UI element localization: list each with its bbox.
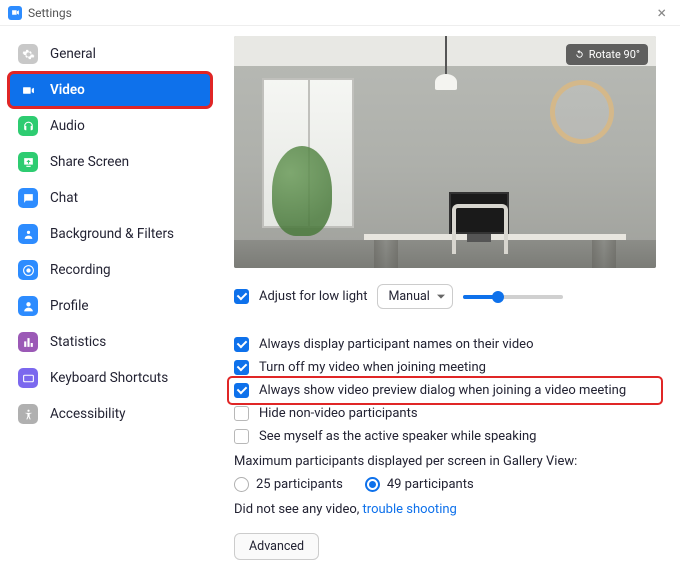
gallery-view-label: Maximum participants displayed per scree… (234, 448, 656, 473)
display-names-label: Always display participant names on thei… (259, 337, 533, 352)
sidebar-item-label: Recording (50, 262, 111, 278)
rotate-90-button[interactable]: Rotate 90° (566, 44, 648, 65)
accessibility-icon (18, 404, 38, 424)
show-preview-checkbox[interactable] (234, 383, 249, 398)
sidebar-item-label: Chat (50, 190, 78, 206)
advanced-label: Advanced (249, 539, 304, 554)
gear-icon (18, 44, 38, 64)
radio-49-label: 49 participants (387, 477, 474, 492)
low-light-mode-value: Manual (388, 289, 429, 304)
titlebar-left: Settings (8, 6, 72, 20)
hide-nonvideo-checkbox[interactable] (234, 406, 249, 421)
sidebar-item-label: General (50, 46, 96, 62)
rotate-icon (574, 49, 585, 60)
see-myself-label: See myself as the active speaker while s… (259, 429, 536, 444)
statistics-icon (18, 332, 38, 352)
see-myself-checkbox[interactable] (234, 429, 249, 444)
option-hide-nonvideo: Hide non-video participants (234, 402, 656, 425)
sidebar-item-label: Profile (50, 298, 89, 314)
sidebar-item-label: Video (50, 82, 85, 98)
sidebar-item-recording[interactable]: Recording (0, 252, 220, 288)
radio-49-participants[interactable]: 49 participants (365, 477, 474, 492)
app-icon (8, 6, 22, 20)
zoom-icon (11, 8, 20, 17)
option-turn-off-video: Turn off my video when joining meeting (234, 356, 656, 379)
adjust-low-light-label: Adjust for low light (259, 289, 367, 304)
sidebar-item-profile[interactable]: Profile (0, 288, 220, 324)
sidebar-item-accessibility[interactable]: Accessibility (0, 396, 220, 432)
profile-icon (18, 296, 38, 316)
sidebar-item-video[interactable]: Video (8, 72, 212, 108)
keyboard-icon (18, 368, 38, 388)
sidebar-item-label: Accessibility (50, 406, 126, 422)
recording-icon (18, 260, 38, 280)
troubleshoot-link[interactable]: trouble shooting (363, 502, 457, 517)
adjust-low-light-row: Adjust for low light Manual (234, 284, 656, 309)
sidebar-item-label: Statistics (50, 334, 106, 350)
sidebar-item-label: Keyboard Shortcuts (50, 370, 168, 386)
adjust-low-light-checkbox[interactable] (234, 289, 249, 304)
low-light-slider[interactable] (463, 295, 563, 299)
close-button[interactable]: × (651, 3, 672, 22)
chat-icon (18, 188, 38, 208)
sidebar-item-chat[interactable]: Chat (0, 180, 220, 216)
display-names-checkbox[interactable] (234, 337, 249, 352)
radio-dot-icon (365, 477, 380, 492)
sidebar-item-label: Background & Filters (50, 226, 174, 242)
sidebar-item-label: Audio (50, 118, 85, 134)
sidebar-item-background-filters[interactable]: Background & Filters (0, 216, 220, 252)
radio-25-label: 25 participants (256, 477, 343, 492)
video-options: Always display participant names on thei… (234, 333, 656, 560)
sidebar-item-audio[interactable]: Audio (0, 108, 220, 144)
turn-off-video-label: Turn off my video when joining meeting (259, 360, 486, 375)
hide-nonvideo-label: Hide non-video participants (259, 406, 418, 421)
video-icon (18, 80, 38, 100)
sidebar-item-label: Share Screen (50, 154, 129, 170)
settings-main: Rotate 90° Adjust for low light Manual A… (220, 26, 680, 561)
gallery-radio-group: 25 participants 49 participants (234, 473, 656, 496)
radio-25-participants[interactable]: 25 participants (234, 477, 343, 492)
option-display-names: Always display participant names on thei… (234, 333, 656, 356)
advanced-button[interactable]: Advanced (234, 533, 319, 560)
window-title: Settings (28, 6, 72, 20)
troubleshoot-hint: Did not see any video, trouble shooting (234, 496, 656, 523)
hint-prefix: Did not see any video, (234, 502, 363, 517)
turn-off-video-checkbox[interactable] (234, 360, 249, 375)
sidebar-item-keyboard-shortcuts[interactable]: Keyboard Shortcuts (0, 360, 220, 396)
show-preview-label: Always show video preview dialog when jo… (259, 383, 626, 398)
radio-dot-icon (234, 477, 249, 492)
sidebar-item-general[interactable]: General (0, 36, 220, 72)
rotate-label: Rotate 90° (589, 48, 640, 61)
sidebar-item-share-screen[interactable]: Share Screen (0, 144, 220, 180)
low-light-mode-select[interactable]: Manual (377, 284, 452, 309)
option-show-preview-dialog: Always show video preview dialog when jo… (230, 379, 660, 402)
settings-sidebar: General Video Audio Share Screen Chat Ba… (0, 26, 220, 561)
video-preview: Rotate 90° (234, 36, 656, 268)
titlebar: Settings × (0, 0, 680, 26)
share-screen-icon (18, 152, 38, 172)
sidebar-item-statistics[interactable]: Statistics (0, 324, 220, 360)
headphones-icon (18, 116, 38, 136)
background-filters-icon (18, 224, 38, 244)
option-see-myself: See myself as the active speaker while s… (234, 425, 656, 448)
slider-thumb[interactable] (492, 291, 504, 303)
